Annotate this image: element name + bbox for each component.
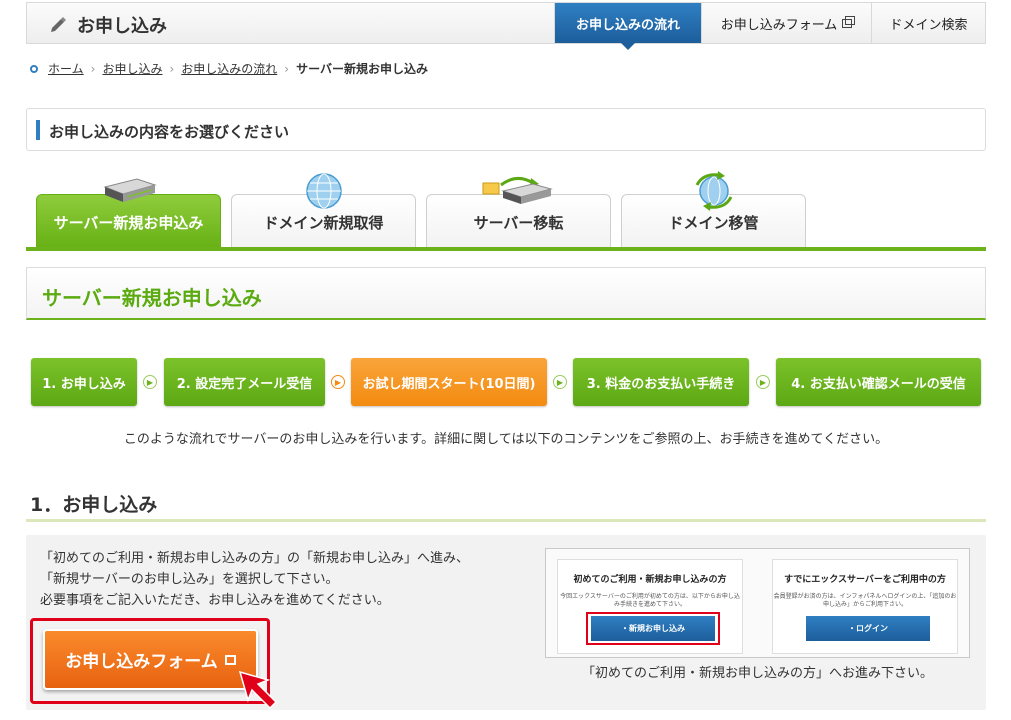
nav-domain-search-label: ドメイン検索 bbox=[889, 17, 968, 33]
step-apply-label: 1. お申し込み bbox=[42, 376, 126, 392]
external-window-icon bbox=[842, 15, 856, 28]
section1-instructions: 「初めてのご利用・新規お申し込みの方」の「新規お申し込み」へ進み、 「新規サーバ… bbox=[40, 548, 469, 611]
tab-server-transfer-label: サーバー移転 bbox=[473, 214, 564, 232]
breadcrumb-bullet-icon bbox=[30, 64, 38, 73]
arrow-right-icon: ▶ bbox=[143, 375, 157, 389]
instruction-line: 「初めてのご利用・新規お申し込みの方」の「新規お申し込み」へ進み、 bbox=[40, 551, 470, 566]
nav-apply-form[interactable]: お申し込みフォーム bbox=[701, 3, 871, 43]
arrow-right-icon: ▶ bbox=[553, 375, 567, 389]
header-nav: お申し込みの流れ お申し込みフォーム ドメイン検索 bbox=[554, 3, 985, 50]
tabs-underline bbox=[26, 247, 986, 251]
nav-apply-form-label: お申し込みフォーム bbox=[720, 17, 838, 33]
breadcrumb-apply[interactable]: お申し込み bbox=[102, 60, 162, 77]
pointer-arrow-icon bbox=[238, 670, 278, 710]
preview-existing-card: すでにエックスサーバーをご利用中の方 会員登録がお済の方は、インフォパネルへログ… bbox=[772, 559, 958, 654]
page-header: お申し込み お申し込みの流れ お申し込みフォーム ドメイン検索 bbox=[26, 2, 986, 50]
preview-new-text: 今回エックスサーバーのご利用が初めての方は、以下からお申し込み手続きを進めて下さ… bbox=[560, 593, 740, 608]
server-transfer-icon bbox=[482, 177, 553, 204]
intro-text: このような流れでサーバーのお申し込みを行います。詳細に関しては以下のコンテンツを… bbox=[123, 432, 889, 447]
tab-domain-new-label: ドメイン新規取得 bbox=[263, 214, 384, 232]
chevron-right-icon: › bbox=[169, 61, 175, 76]
step-mail: 2. 設定完了メール受信 bbox=[164, 358, 325, 406]
tab-server-new[interactable]: サーバー新規お申込み bbox=[36, 178, 221, 249]
nav-apply-flow[interactable]: お申し込みの流れ bbox=[554, 3, 701, 50]
external-window-icon bbox=[224, 654, 236, 665]
step-payment: 3. 料金のお支払い手続き bbox=[573, 358, 749, 406]
tab-domain-new[interactable]: ドメイン新規取得 bbox=[231, 173, 416, 249]
step-confirm: 4. お支払い確認メールの受信 bbox=[776, 358, 981, 406]
tab-domain-transfer-label: ドメイン移管 bbox=[668, 214, 759, 232]
instruction-line: 必要事項をご記入いただき、お申し込みを進めてください。 bbox=[40, 593, 390, 608]
globe-icon bbox=[305, 173, 342, 209]
select-section: お申し込みの内容をお選びください bbox=[26, 108, 986, 151]
breadcrumb: ホーム › お申し込み › お申し込みの流れ › サーバー新規お申し込み bbox=[30, 60, 428, 77]
arrow-right-icon: ▶ bbox=[756, 375, 770, 389]
signup-preview-image: 初めてのご利用・新規お申し込みの方 今回エックスサーバーのご利用が初めての方は、… bbox=[545, 548, 970, 658]
globe-transfer-icon bbox=[695, 171, 732, 211]
pencil-icon bbox=[51, 17, 66, 32]
preview-highlight bbox=[586, 612, 720, 645]
instruction-line: 「新規サーバーのお申し込み」を選択して下さい。 bbox=[40, 572, 339, 587]
step-payment-label: 3. 料金のお支払い手続き bbox=[586, 376, 736, 392]
section-heading-text: サーバー新規お申し込み bbox=[42, 286, 262, 310]
tab-server-transfer[interactable]: サーバー移転 bbox=[426, 177, 611, 249]
header-title: お申し込み bbox=[77, 16, 167, 37]
step-trial: お試し期間スタート(10日間) bbox=[351, 358, 547, 406]
chevron-right-icon: › bbox=[284, 61, 290, 76]
chevron-right-icon: › bbox=[90, 61, 96, 76]
server-icon bbox=[102, 178, 157, 202]
nav-apply-flow-label: お申し込みの流れ bbox=[575, 17, 680, 33]
preview-existing-text: 会員登録がお済の方は、インフォパネルへログインの上、「追加のお申し込み」からご利… bbox=[773, 593, 957, 608]
breadcrumb-home[interactable]: ホーム bbox=[48, 60, 84, 77]
preview-login-button: ・ログイン bbox=[806, 616, 930, 641]
breadcrumb-apply-flow[interactable]: お申し込みの流れ bbox=[181, 60, 277, 77]
nav-domain-search[interactable]: ドメイン検索 bbox=[871, 3, 985, 43]
tab-server-new-label: サーバー新規お申込み bbox=[53, 214, 204, 232]
step-trial-label: お試し期間スタート(10日間) bbox=[362, 376, 536, 392]
section1-title: 1．お申し込み bbox=[30, 494, 158, 516]
step-apply: 1. お申し込み bbox=[31, 358, 137, 406]
select-section-title: お申し込みの内容をお選びください bbox=[49, 123, 290, 141]
section-heading: サーバー新規お申し込み bbox=[26, 267, 986, 320]
step-mail-label: 2. 設定完了メール受信 bbox=[176, 376, 313, 392]
arrow-right-icon: ▶ bbox=[331, 375, 345, 389]
tab-domain-transfer[interactable]: ドメイン移管 bbox=[621, 171, 806, 249]
preview-new-card: 初めてのご利用・新規お申し込みの方 今回エックスサーバーのご利用が初めての方は、… bbox=[557, 559, 743, 654]
apply-form-button-label: お申し込みフォーム bbox=[65, 652, 218, 672]
breadcrumb-current: サーバー新規お申し込み bbox=[296, 62, 428, 76]
section1-underline bbox=[26, 519, 986, 522]
step-confirm-label: 4. お支払い確認メールの受信 bbox=[791, 376, 966, 392]
preview-caption: 「初めてのご利用・新規お申し込みの方」へお進み下さい。 bbox=[581, 666, 933, 681]
preview-new-title: 初めてのご利用・新規お申し込みの方 bbox=[573, 575, 727, 585]
header-title-group: お申し込み bbox=[49, 12, 167, 38]
apply-form-button[interactable]: お申し込みフォーム bbox=[43, 629, 258, 690]
preview-existing-title: すでにエックスサーバーをご利用中の方 bbox=[784, 575, 946, 585]
service-tabs: サーバー新規お申込み ドメイン新規取得 サーバー移転 ドメイン移管 bbox=[36, 170, 986, 250]
section-accent-bar bbox=[36, 120, 40, 140]
